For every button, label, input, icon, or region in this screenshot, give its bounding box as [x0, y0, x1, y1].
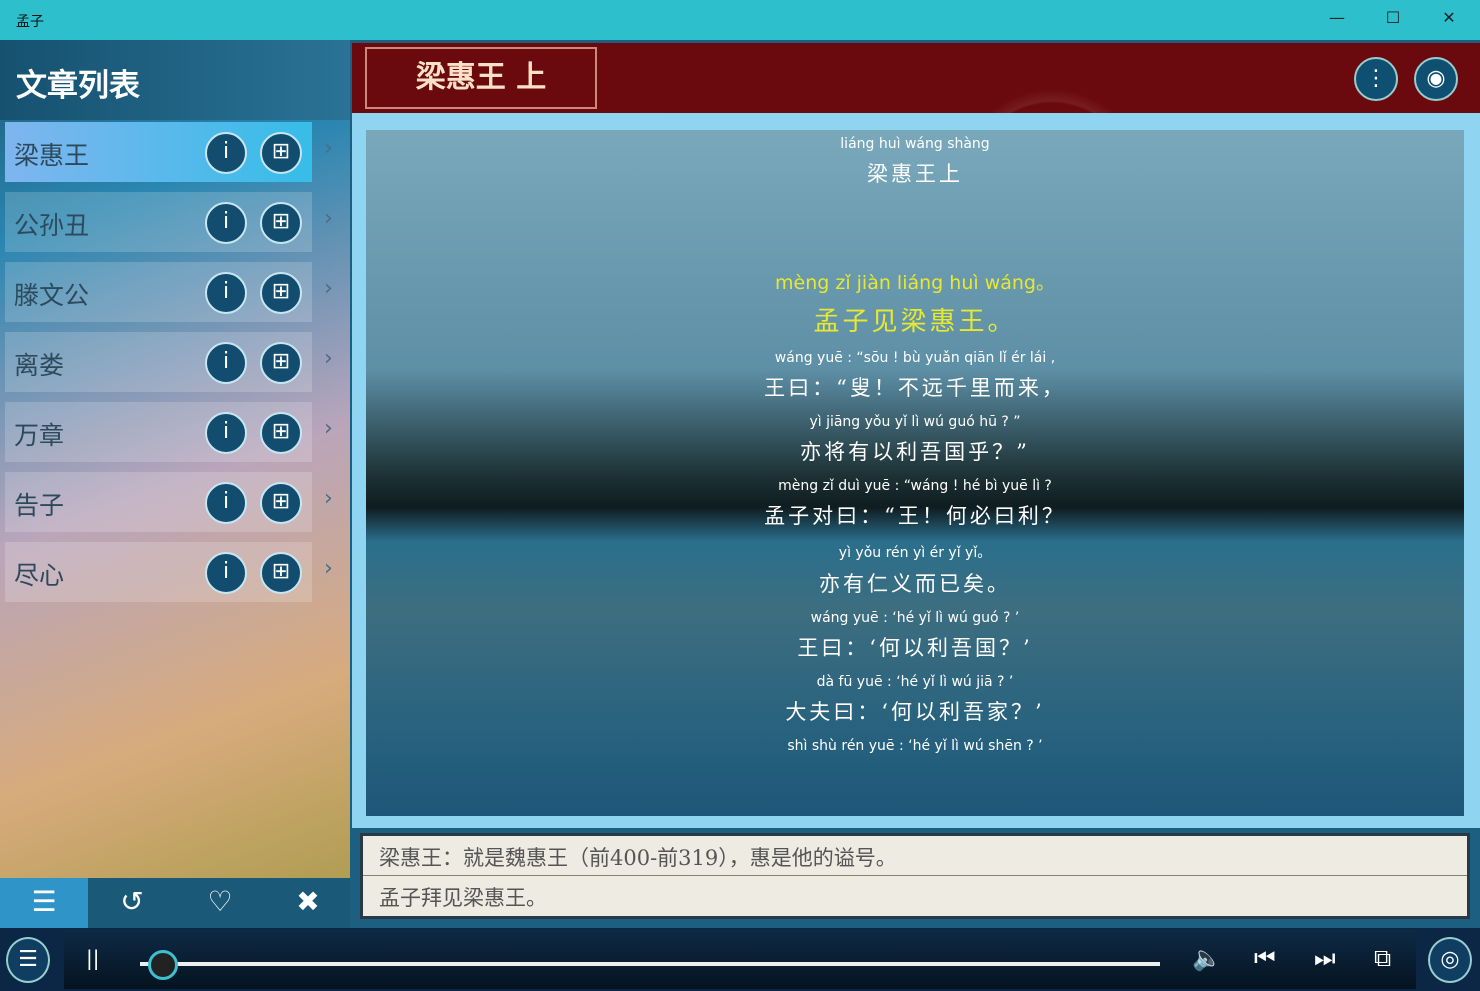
previous-icon[interactable]: ⏮ [1254, 944, 1276, 972]
sidebar-item[interactable]: 尽心 i ⊞ [5, 542, 312, 602]
line-pinyin: wáng yuē : ‘hé yǐ lì wú guó ? ’ [810, 610, 1020, 626]
note-translation: 孟子拜见梁惠王。 [379, 886, 547, 910]
add-icon[interactable]: ⊞ [260, 482, 302, 524]
view-toggle-button[interactable]: ◉ [1414, 57, 1458, 101]
sidebar-item[interactable]: 离娄 i ⊞ [5, 332, 312, 392]
sidebar-item-label: 滕文公 [14, 281, 90, 310]
minimize-button[interactable]: — [1322, 8, 1352, 32]
line-pinyin: yì yǒu rén yì ér yǐ yǐ。 [838, 545, 992, 561]
add-icon[interactable]: ⊞ [260, 552, 302, 594]
maximize-button[interactable]: ☐ [1378, 8, 1408, 32]
sidebar-item-label: 万章 [14, 421, 65, 450]
sidebar-item-label: 公孙丑 [14, 211, 90, 240]
line-chinese: 大夫曰：‘何以利吾家？’ [785, 700, 1045, 724]
title-bar: 孟子 — ☐ ✕ [0, 0, 1480, 40]
sidebar: 文章列表 梁惠王 i ⊞ › 公孙丑 i ⊞ › 滕文公 i ⊞ › 离娄 i … [0, 40, 350, 928]
info-icon[interactable]: i [205, 132, 247, 174]
line-pinyin: yì jiāng yǒu yǐ lì wú guó hū ? ” [809, 414, 1021, 430]
add-icon[interactable]: ⊞ [260, 132, 302, 174]
volume-icon[interactable]: 🔈 [1192, 944, 1222, 972]
more-button[interactable]: ⋮ [1354, 57, 1398, 101]
chevron-right-icon[interactable]: › [324, 346, 333, 371]
bottom-nav: ☰ ↺ ♡ ✖ [0, 878, 350, 928]
add-icon[interactable]: ⊞ [260, 412, 302, 454]
info-icon[interactable]: i [205, 482, 247, 524]
line-chinese: 王曰：‘何以利吾国？’ [797, 636, 1033, 660]
music-disc-icon: ◎ [1440, 947, 1460, 972]
nav-list-tab[interactable]: ☰ [0, 878, 88, 928]
history-icon: ↺ [120, 885, 144, 918]
sidebar-item-label: 离娄 [14, 351, 65, 380]
info-icon[interactable]: i [205, 552, 247, 594]
info-icon[interactable]: i [205, 272, 247, 314]
notes-panel: 梁惠王：就是魏惠王（前400-前319），惠是他的谥号。 孟子拜见梁惠王。 [360, 833, 1470, 919]
line-chinese: 孟子对曰：“王！何必曰利？ [764, 504, 1066, 528]
chevron-right-icon[interactable]: › [324, 416, 333, 441]
sidebar-item-label: 尽心 [14, 561, 65, 590]
line-chinese: 王曰：“叟！不远千里而来， [764, 376, 1066, 400]
cast-icon[interactable]: ⧉ [1374, 944, 1391, 972]
article-header: 梁惠王 上 ⋮ ◉ [352, 43, 1480, 113]
list-icon: ☰ [31, 885, 57, 918]
line-pinyin: wáng yuē : “sōu ! bù yuǎn qiān lǐ ér lái… [774, 350, 1056, 366]
line-pinyin: mèng zǐ duì yuē : “wáng ! hé bì yuē lì ? [778, 478, 1052, 494]
line-pinyin: dà fū yuē : ‘hé yǐ lì wú jiā ? ’ [816, 674, 1014, 690]
pause-button[interactable]: || [86, 946, 99, 970]
line-chinese: 亦有仁义而已矣。 [819, 572, 1011, 596]
chevron-right-icon[interactable]: › [324, 136, 333, 161]
line-chinese: 亦将有以利吾国乎？” [800, 440, 1030, 464]
line-pinyin: shì shù rén yuē : ‘hé yǐ lì wú shēn ? ’ [787, 738, 1043, 754]
sidebar-item[interactable]: 梁惠王 i ⊞ [5, 122, 312, 182]
sidebar-item[interactable]: 滕文公 i ⊞ [5, 262, 312, 322]
menu-button[interactable]: ☰ [6, 937, 50, 983]
chevron-right-icon[interactable]: › [324, 206, 333, 231]
chevron-right-icon[interactable]: › [324, 276, 333, 301]
next-icon[interactable]: ⏭ [1314, 944, 1336, 972]
title-chinese: 梁惠王上 [867, 162, 963, 186]
menu-icon: ☰ [18, 947, 38, 972]
sidebar-title: 文章列表 [0, 40, 350, 120]
chevron-right-icon[interactable]: › [324, 486, 333, 511]
tools-icon: ✖ [296, 885, 320, 918]
audio-player: ☰ || 🔈 ⏮ ⏭ ⧉ ◎ [0, 928, 1480, 991]
info-icon[interactable]: i [205, 412, 247, 454]
info-icon[interactable]: i [205, 202, 247, 244]
sidebar-item[interactable]: 万章 i ⊞ [5, 402, 312, 462]
nav-settings-tab[interactable]: ✖ [264, 878, 352, 928]
progress-thumb[interactable] [148, 950, 178, 980]
close-button[interactable]: ✕ [1434, 8, 1464, 32]
sidebar-item[interactable]: 公孙丑 i ⊞ [5, 192, 312, 252]
heart-icon: ♡ [207, 885, 233, 918]
line-pinyin: mèng zǐ jiàn liáng huì wáng。 [775, 272, 1055, 294]
progress-track[interactable] [140, 962, 1160, 966]
text-panel[interactable]: liáng huì wáng shàng 梁惠王上 mèng zǐ jiàn l… [366, 130, 1464, 816]
article-title: 梁惠王 上 [365, 47, 597, 109]
add-icon[interactable]: ⊞ [260, 202, 302, 244]
chevron-right-icon[interactable]: › [324, 556, 333, 581]
nav-favorites-tab[interactable]: ♡ [176, 878, 264, 928]
add-icon[interactable]: ⊞ [260, 272, 302, 314]
line-chinese: 孟子见梁惠王。 [813, 307, 1017, 337]
note-annotation: 梁惠王：就是魏惠王（前400-前319），惠是他的谥号。 [363, 836, 1467, 876]
music-button[interactable]: ◎ [1428, 937, 1472, 983]
add-icon[interactable]: ⊞ [260, 342, 302, 384]
eye-icon: ◉ [1426, 66, 1446, 91]
sidebar-item-label: 梁惠王 [14, 141, 90, 170]
sidebar-item[interactable]: 告子 i ⊞ [5, 472, 312, 532]
nav-history-tab[interactable]: ↺ [88, 878, 176, 928]
title-pinyin: liáng huì wáng shàng [840, 136, 990, 152]
more-icon: ⋮ [1365, 66, 1387, 91]
info-icon[interactable]: i [205, 342, 247, 384]
sidebar-item-label: 告子 [14, 491, 65, 520]
window-title: 孟子 [16, 14, 44, 30]
